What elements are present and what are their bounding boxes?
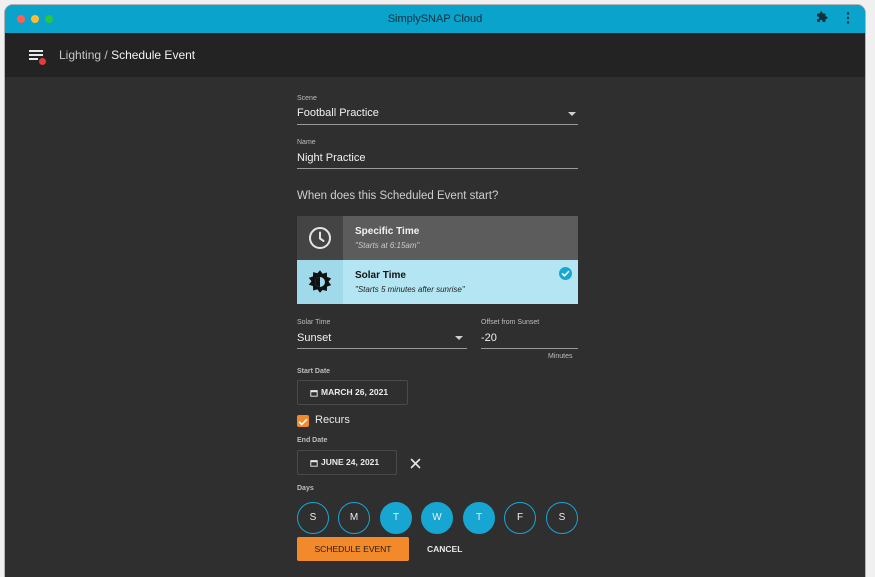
day-saturday-toggle[interactable]: S xyxy=(546,502,578,534)
scene-select-value[interactable]: Football Practice xyxy=(297,107,379,119)
option-subtitle: "Starts 5 minutes after sunrise" xyxy=(355,285,465,294)
days-label: Days xyxy=(297,485,314,492)
breadcrumb-separator: / xyxy=(101,48,112,62)
close-window-button[interactable] xyxy=(17,15,25,23)
menu-icon[interactable] xyxy=(29,50,46,65)
chevron-down-icon[interactable] xyxy=(455,336,463,340)
solar-time-select[interactable] xyxy=(297,348,467,349)
day-wednesday-toggle[interactable]: W xyxy=(421,502,453,534)
solar-time-label: Solar Time xyxy=(297,319,331,326)
window-title: SimplySNAP Cloud xyxy=(387,13,483,25)
sun-icon xyxy=(308,270,332,293)
scene-label: Scene xyxy=(297,95,317,102)
clock-icon xyxy=(309,227,331,249)
clear-icon[interactable] xyxy=(410,458,421,469)
cancel-button[interactable]: CANCEL xyxy=(427,537,462,561)
solar-time-select-value[interactable]: Sunset xyxy=(297,332,331,344)
maximize-window-button[interactable] xyxy=(45,15,53,23)
day-thursday-toggle[interactable]: T xyxy=(463,502,495,534)
day-sunday-toggle[interactable]: S xyxy=(297,502,329,534)
app-bar: Lighting / Schedule Event xyxy=(5,33,865,77)
chevron-down-icon[interactable] xyxy=(568,112,576,116)
recurs-checkbox[interactable] xyxy=(297,415,309,427)
option-subtitle: "Starts at 6:15am" xyxy=(355,241,420,250)
start-date-button[interactable]: MARCH 26, 2021 xyxy=(297,380,408,405)
end-date-button[interactable]: JUNE 24, 2021 xyxy=(297,450,397,475)
option-icon-box xyxy=(297,260,343,304)
option-title: Specific Time xyxy=(355,226,420,237)
recurs-label: Recurs xyxy=(315,414,350,426)
name-field-underline[interactable] xyxy=(297,168,578,169)
day-monday-toggle[interactable]: M xyxy=(338,502,370,534)
option-icon-box xyxy=(297,216,343,260)
option-specific-time[interactable]: Specific Time "Starts at 6:15am" xyxy=(297,216,578,260)
day-friday-toggle[interactable]: F xyxy=(504,502,536,534)
start-question: When does this Scheduled Event start? xyxy=(297,190,499,202)
puzzle-icon[interactable] xyxy=(816,11,828,27)
title-bar: SimplySNAP Cloud xyxy=(5,5,865,33)
calendar-icon xyxy=(310,389,318,397)
end-date-label: End Date xyxy=(297,437,328,444)
breadcrumb-current: Schedule Event xyxy=(111,48,196,62)
more-vert-icon[interactable] xyxy=(845,11,851,29)
option-solar-time[interactable]: Solar Time "Starts 5 minutes after sunri… xyxy=(297,260,578,304)
end-date-value: JUNE 24, 2021 xyxy=(321,457,380,467)
schedule-event-button[interactable]: SCHEDULE EVENT xyxy=(297,537,409,561)
offset-unit: Minutes xyxy=(548,353,573,360)
breadcrumb: Lighting / Schedule Event xyxy=(59,33,195,77)
option-title: Solar Time xyxy=(355,270,406,281)
name-field[interactable]: Night Practice xyxy=(297,152,365,164)
name-label: Name xyxy=(297,139,316,146)
minimize-window-button[interactable] xyxy=(31,15,39,23)
offset-label: Offset from Sunset xyxy=(481,319,540,326)
notification-dot xyxy=(39,58,46,65)
check-circle-icon xyxy=(559,267,572,280)
main-content: Scene Football Practice Name Night Pract… xyxy=(5,77,865,577)
calendar-icon xyxy=(310,459,318,467)
offset-field-underline[interactable] xyxy=(481,348,578,349)
start-date-label: Start Date xyxy=(297,368,331,375)
offset-field[interactable]: -20 xyxy=(481,332,497,344)
scene-select[interactable] xyxy=(297,124,578,125)
day-tuesday-toggle[interactable]: T xyxy=(380,502,412,534)
start-date-value: MARCH 26, 2021 xyxy=(321,387,389,397)
breadcrumb-lighting[interactable]: Lighting xyxy=(59,48,101,62)
app-window: SimplySNAP Cloud Lighting / Schedule Eve… xyxy=(5,5,865,577)
